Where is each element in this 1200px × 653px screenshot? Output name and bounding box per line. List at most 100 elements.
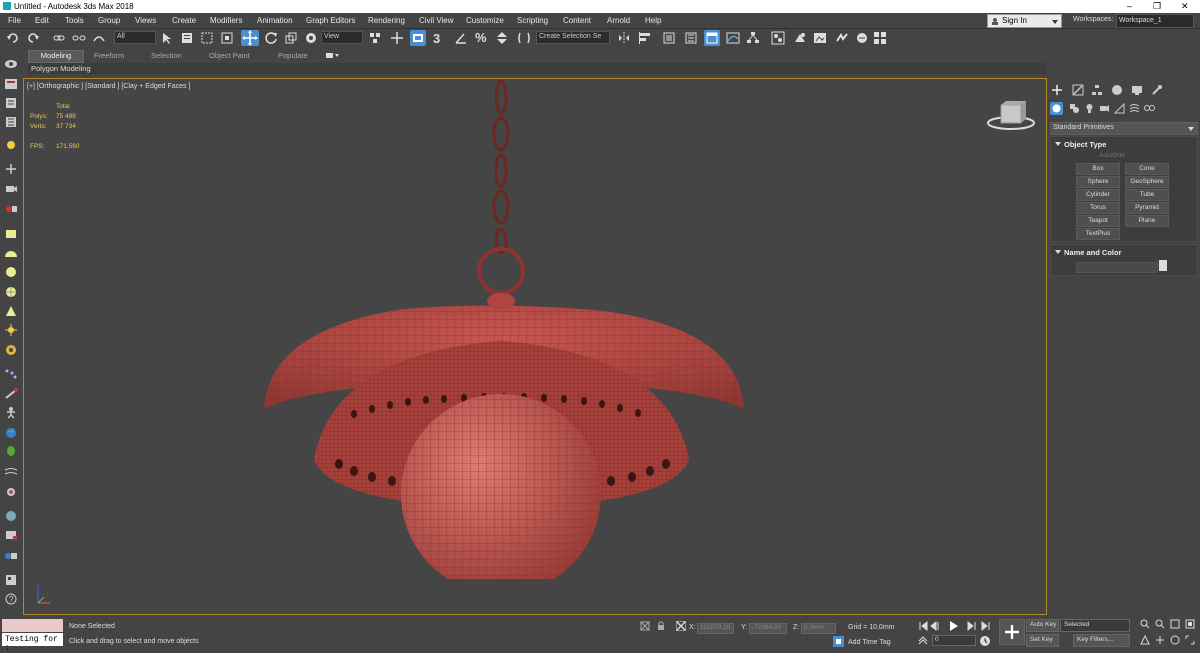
menu-content[interactable]: Content xyxy=(563,16,591,25)
menu-create[interactable]: Create xyxy=(172,16,196,25)
menu-rendering[interactable]: Rendering xyxy=(368,16,405,25)
wind-icon[interactable] xyxy=(4,466,18,478)
textplus-button[interactable]: TextPlus xyxy=(1076,228,1120,240)
cone-icon[interactable] xyxy=(4,305,18,317)
menu-edit[interactable]: Edit xyxy=(35,16,49,25)
unlink-icon[interactable] xyxy=(72,31,86,45)
menu-tools[interactable]: Tools xyxy=(65,16,84,25)
menu-views[interactable]: Views xyxy=(135,16,156,25)
tube-button[interactable]: Tube xyxy=(1125,189,1169,201)
auto-key-button[interactable]: Auto Key xyxy=(1026,619,1059,632)
helper-icon[interactable] xyxy=(4,163,18,175)
key-mode-toggle-icon[interactable] xyxy=(918,636,928,646)
rotate-icon[interactable] xyxy=(264,31,278,45)
object-category-dropdown[interactable]: Standard Primitives xyxy=(1050,122,1198,135)
place-icon[interactable] xyxy=(304,31,318,45)
scale-icon[interactable] xyxy=(284,31,298,45)
render-setup-icon[interactable] xyxy=(793,31,807,45)
plane-button[interactable]: Plane xyxy=(1125,215,1169,227)
selection-filter-dropdown[interactable]: All xyxy=(114,31,156,44)
menu-help[interactable]: Help xyxy=(645,16,661,25)
modify-tab-icon[interactable] xyxy=(1072,84,1084,96)
layer-explorer-icon[interactable] xyxy=(684,31,698,45)
cone-button[interactable]: Cone xyxy=(1125,163,1169,175)
menu-modifiers[interactable]: Modifiers xyxy=(210,16,242,25)
viewcube[interactable] xyxy=(986,99,1036,131)
absolute-mode-icon[interactable] xyxy=(676,621,686,631)
camera-icon[interactable] xyxy=(4,183,18,195)
geometry-category-button[interactable] xyxy=(1050,102,1063,115)
zoom-extents-icon[interactable] xyxy=(1170,619,1180,629)
selection-lock-icon[interactable] xyxy=(656,621,666,631)
bind-space-warp-icon[interactable] xyxy=(92,31,106,45)
select-manipulate-icon[interactable] xyxy=(390,31,404,45)
foliage-icon[interactable] xyxy=(4,446,18,458)
menu-civil-view[interactable]: Civil View xyxy=(419,16,454,25)
lamp-mesh[interactable] xyxy=(254,79,754,579)
tab-object-paint[interactable]: Object Paint xyxy=(209,51,250,60)
hemisphere-icon[interactable] xyxy=(4,247,18,259)
zoom-all-icon[interactable] xyxy=(1155,619,1165,629)
object-type-title[interactable]: Object Type xyxy=(1064,140,1106,149)
motion-tab-icon[interactable] xyxy=(1111,84,1123,96)
redo-icon[interactable] xyxy=(26,31,40,45)
reference-coordinate-dropdown[interactable]: View xyxy=(321,31,363,44)
bone-icon[interactable] xyxy=(4,388,18,400)
menu-animation[interactable]: Animation xyxy=(257,16,293,25)
zoom-extents-all-icon[interactable] xyxy=(1185,619,1195,629)
maximize-button[interactable]: ❐ xyxy=(1153,1,1161,12)
rendered-frame-window-icon[interactable] xyxy=(813,31,827,45)
scene-explorer-icon[interactable] xyxy=(4,58,18,70)
layer-list-icon[interactable] xyxy=(4,97,18,109)
rectangular-selection-icon[interactable] xyxy=(200,31,214,45)
layer-manager-icon[interactable] xyxy=(4,116,18,128)
autogrid-checkbox[interactable]: AutoGrid xyxy=(1099,152,1125,159)
sphere-primitive-icon[interactable] xyxy=(4,266,18,278)
named-selection-dropdown[interactable]: Create Selection Se xyxy=(536,31,610,44)
select-by-name-icon[interactable] xyxy=(180,31,194,45)
render-iterative-icon[interactable] xyxy=(855,31,869,45)
display-floater-icon[interactable] xyxy=(4,78,18,90)
utilities-tab-icon[interactable] xyxy=(1151,84,1163,96)
select-object-icon[interactable] xyxy=(160,31,174,45)
align-icon[interactable] xyxy=(638,31,652,45)
script-icon[interactable] xyxy=(4,550,18,562)
object-color-swatch[interactable] xyxy=(1159,260,1167,271)
earth-icon[interactable] xyxy=(4,427,18,439)
window-crossing-icon[interactable] xyxy=(220,31,234,45)
orbit-icon[interactable] xyxy=(1170,635,1180,645)
cameras-category-icon[interactable] xyxy=(1099,103,1110,114)
menu-file[interactable]: File xyxy=(8,16,21,25)
light-icon[interactable] xyxy=(4,139,18,151)
link-icon[interactable] xyxy=(52,31,66,45)
tab-modeling[interactable]: Modeling xyxy=(28,50,84,63)
render-in-cloud-icon[interactable] xyxy=(873,31,887,45)
select-and-move-button[interactable] xyxy=(241,30,259,46)
sun-icon[interactable] xyxy=(4,324,18,336)
menu-scripting[interactable]: Scripting xyxy=(517,16,548,25)
close-button[interactable]: ✕ xyxy=(1181,1,1189,12)
tab-selection[interactable]: Selection xyxy=(151,51,182,60)
create-tab-icon[interactable] xyxy=(1051,84,1063,96)
shapes-category-icon[interactable] xyxy=(1069,103,1080,114)
key-mode-dropdown[interactable]: Selected xyxy=(1060,619,1130,632)
shapes-icon[interactable] xyxy=(4,203,18,215)
material-editor-icon[interactable] xyxy=(771,31,785,45)
pyramid-button[interactable]: Pyramid xyxy=(1125,202,1169,214)
y-coordinate-field[interactable]: -72384,90 xyxy=(749,623,787,634)
hierarchy-tab-icon[interactable] xyxy=(1091,84,1103,96)
name-and-color-title[interactable]: Name and Color xyxy=(1064,248,1122,257)
tab-populate[interactable]: Populate xyxy=(278,51,308,60)
add-time-tag-label[interactable]: Add Time Tag xyxy=(848,639,891,646)
viewport-label[interactable]: [+] [Orthographic ] [Standard ] [Clay + … xyxy=(27,83,190,90)
z-coordinate-field[interactable]: 0,0mm xyxy=(801,623,836,634)
viewport-layouts-icon[interactable] xyxy=(4,574,18,586)
set-key-button[interactable]: Set Key xyxy=(1026,634,1059,647)
geosphere-button[interactable]: GeoSphere xyxy=(1125,176,1169,188)
schematic-view-icon[interactable] xyxy=(746,31,760,45)
spinner-snap-icon[interactable] xyxy=(495,31,509,45)
particle-icon[interactable] xyxy=(4,368,18,380)
x-coordinate-field[interactable]: 112870,19 xyxy=(697,623,734,634)
render-icon[interactable] xyxy=(4,529,18,541)
edit-named-selection-icon[interactable] xyxy=(517,31,531,45)
